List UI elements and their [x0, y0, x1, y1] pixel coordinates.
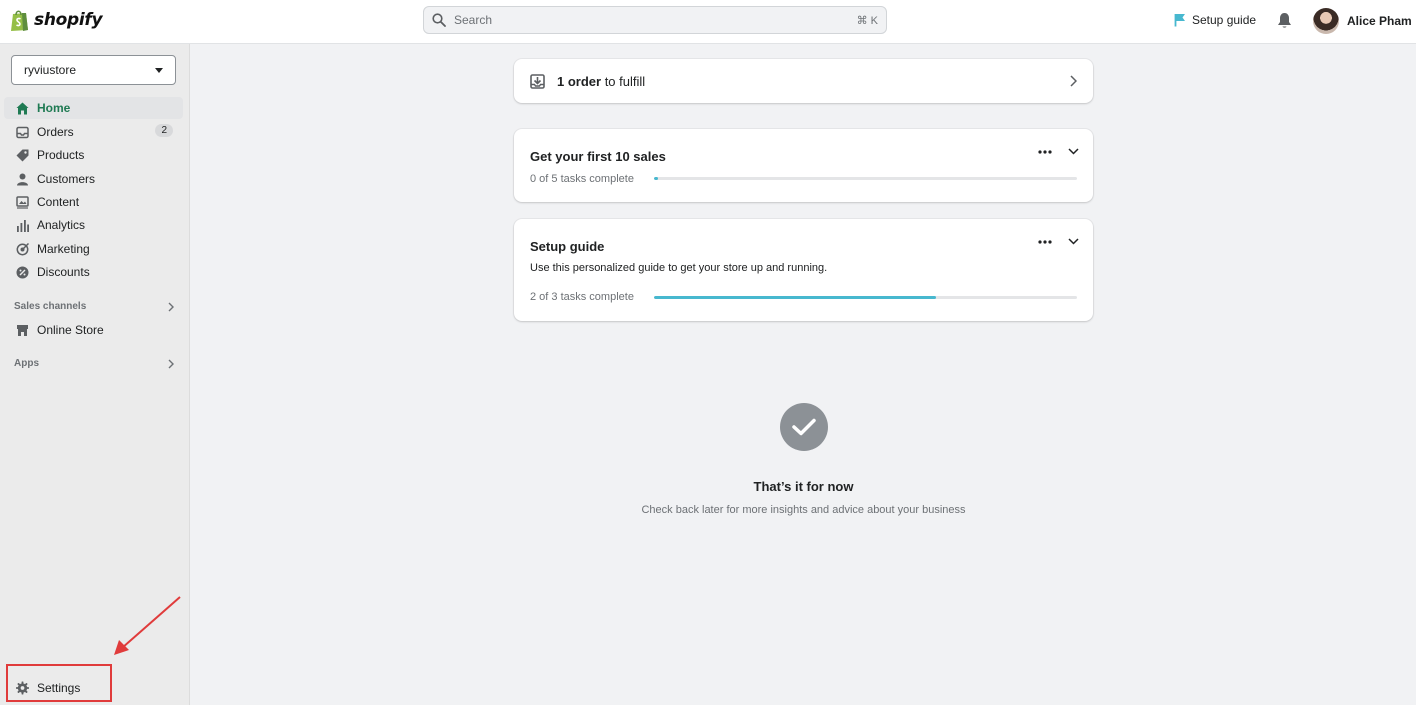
sidebar-item-online-store[interactable]: Online Store: [4, 319, 183, 341]
sales-channels-header[interactable]: Sales channels: [14, 301, 174, 312]
target-icon: [16, 242, 29, 256]
sidebar-item-products[interactable]: Products: [4, 144, 183, 166]
annotation-arrow: [114, 596, 181, 655]
setup-guide-button[interactable]: Setup guide: [1174, 13, 1256, 27]
sidebar-item-label: Discounts: [37, 265, 90, 279]
orders-to-fulfill-text: 1 order to fulfill: [557, 74, 1070, 89]
orders-count-badge: 2: [155, 124, 173, 137]
setup-guide-label: Setup guide: [1192, 13, 1257, 27]
image-icon: [16, 195, 29, 209]
sidebar-item-marketing[interactable]: Marketing: [4, 238, 183, 260]
user-menu[interactable]: Alice Pham: [1313, 8, 1412, 34]
empty-state: That’s it for now Check back later for m…: [514, 403, 1093, 516]
sidebar-item-label: Online Store: [37, 323, 104, 337]
first-sales-title: Get your first 10 sales: [530, 149, 666, 164]
tag-icon: [16, 149, 29, 162]
sidebar-item-analytics[interactable]: Analytics: [4, 214, 183, 236]
chevron-down-icon[interactable]: [1068, 148, 1079, 155]
sidebar-item-label: Orders: [37, 125, 74, 139]
setup-guide-progress-bar: [654, 296, 1077, 299]
inbox-icon: [16, 126, 29, 139]
sidebar-item-label: Analytics: [37, 218, 86, 232]
bell-icon: [1278, 13, 1291, 28]
sidebar: ryviustore Home Orders 2 Products Custom…: [0, 44, 190, 705]
bar-chart-icon: [16, 219, 29, 232]
progress-fill: [654, 296, 937, 299]
chevron-right-icon: [1070, 75, 1077, 87]
store-selector[interactable]: ryviustore: [11, 55, 176, 85]
sidebar-item-label: Products: [37, 148, 85, 162]
user-name: Alice Pham: [1347, 14, 1412, 28]
sidebar-item-label: Home: [37, 101, 71, 115]
sales-channels-label: Sales channels: [14, 301, 87, 312]
person-icon: [16, 173, 29, 186]
sidebar-item-settings[interactable]: Settings: [4, 677, 114, 699]
progress-fill: [654, 177, 659, 180]
chevron-right-icon: [168, 302, 174, 311]
home-icon: [16, 102, 29, 115]
brand-name: shopify: [34, 10, 103, 30]
settings-label: Settings: [37, 681, 81, 695]
setup-guide-card: Setup guide Use this personalized guide …: [514, 219, 1093, 321]
top-bar: shopify Search ⌘ K Setup guide Alice Pha…: [0, 0, 1416, 44]
search-input[interactable]: Search ⌘ K: [423, 6, 887, 34]
empty-state-title: That’s it for now: [753, 479, 854, 494]
sidebar-item-label: Content: [37, 195, 80, 209]
notifications-button[interactable]: [1277, 12, 1292, 32]
more-options-icon[interactable]: [1038, 149, 1052, 154]
shopify-bag-icon: [11, 10, 28, 31]
sidebar-item-label: Marketing: [37, 242, 90, 256]
sidebar-item-label: Customers: [37, 172, 96, 186]
chevron-down-icon[interactable]: [1068, 238, 1079, 245]
check-circle-icon: [779, 403, 828, 451]
sidebar-item-home[interactable]: Home: [4, 97, 183, 119]
flag-icon: [1174, 14, 1185, 27]
apps-header[interactable]: Apps: [14, 358, 174, 369]
shopify-logo[interactable]: shopify: [10, 8, 103, 32]
sidebar-item-customers[interactable]: Customers: [4, 168, 183, 190]
search-shortcut: ⌘ K: [856, 14, 878, 27]
search-placeholder: Search: [454, 13, 493, 27]
sidebar-item-discounts[interactable]: Discounts: [4, 261, 183, 283]
setup-guide-title: Setup guide: [530, 239, 605, 254]
sidebar-item-orders[interactable]: Orders 2: [4, 121, 183, 143]
search-icon: [432, 13, 446, 27]
avatar: [1313, 8, 1339, 34]
setup-guide-description: Use this personalized guide to get your …: [530, 262, 828, 274]
setup-guide-progress-text: 2 of 3 tasks complete: [530, 291, 634, 303]
sidebar-item-content[interactable]: Content: [4, 191, 183, 213]
more-options-icon[interactable]: [1038, 239, 1052, 244]
first-sales-card: Get your first 10 sales 0 of 5 tasks com…: [514, 129, 1093, 202]
chevron-right-icon: [168, 359, 174, 368]
first-sales-progress-bar: [654, 177, 1077, 180]
store-name: ryviustore: [24, 63, 77, 77]
apps-label: Apps: [14, 358, 39, 369]
order-count: 1 order: [557, 73, 602, 89]
orders-to-fulfill-card[interactable]: 1 order to fulfill: [514, 59, 1093, 103]
caret-down-icon: [155, 67, 163, 73]
download-inbox-icon: [530, 73, 545, 89]
gear-icon: [16, 681, 29, 695]
discount-icon: [16, 266, 29, 279]
order-rest-text: to fulfill: [601, 73, 646, 89]
empty-state-subtitle: Check back later for more insights and a…: [641, 504, 966, 516]
store-icon: [16, 324, 29, 337]
first-sales-progress-text: 0 of 5 tasks complete: [530, 173, 634, 185]
